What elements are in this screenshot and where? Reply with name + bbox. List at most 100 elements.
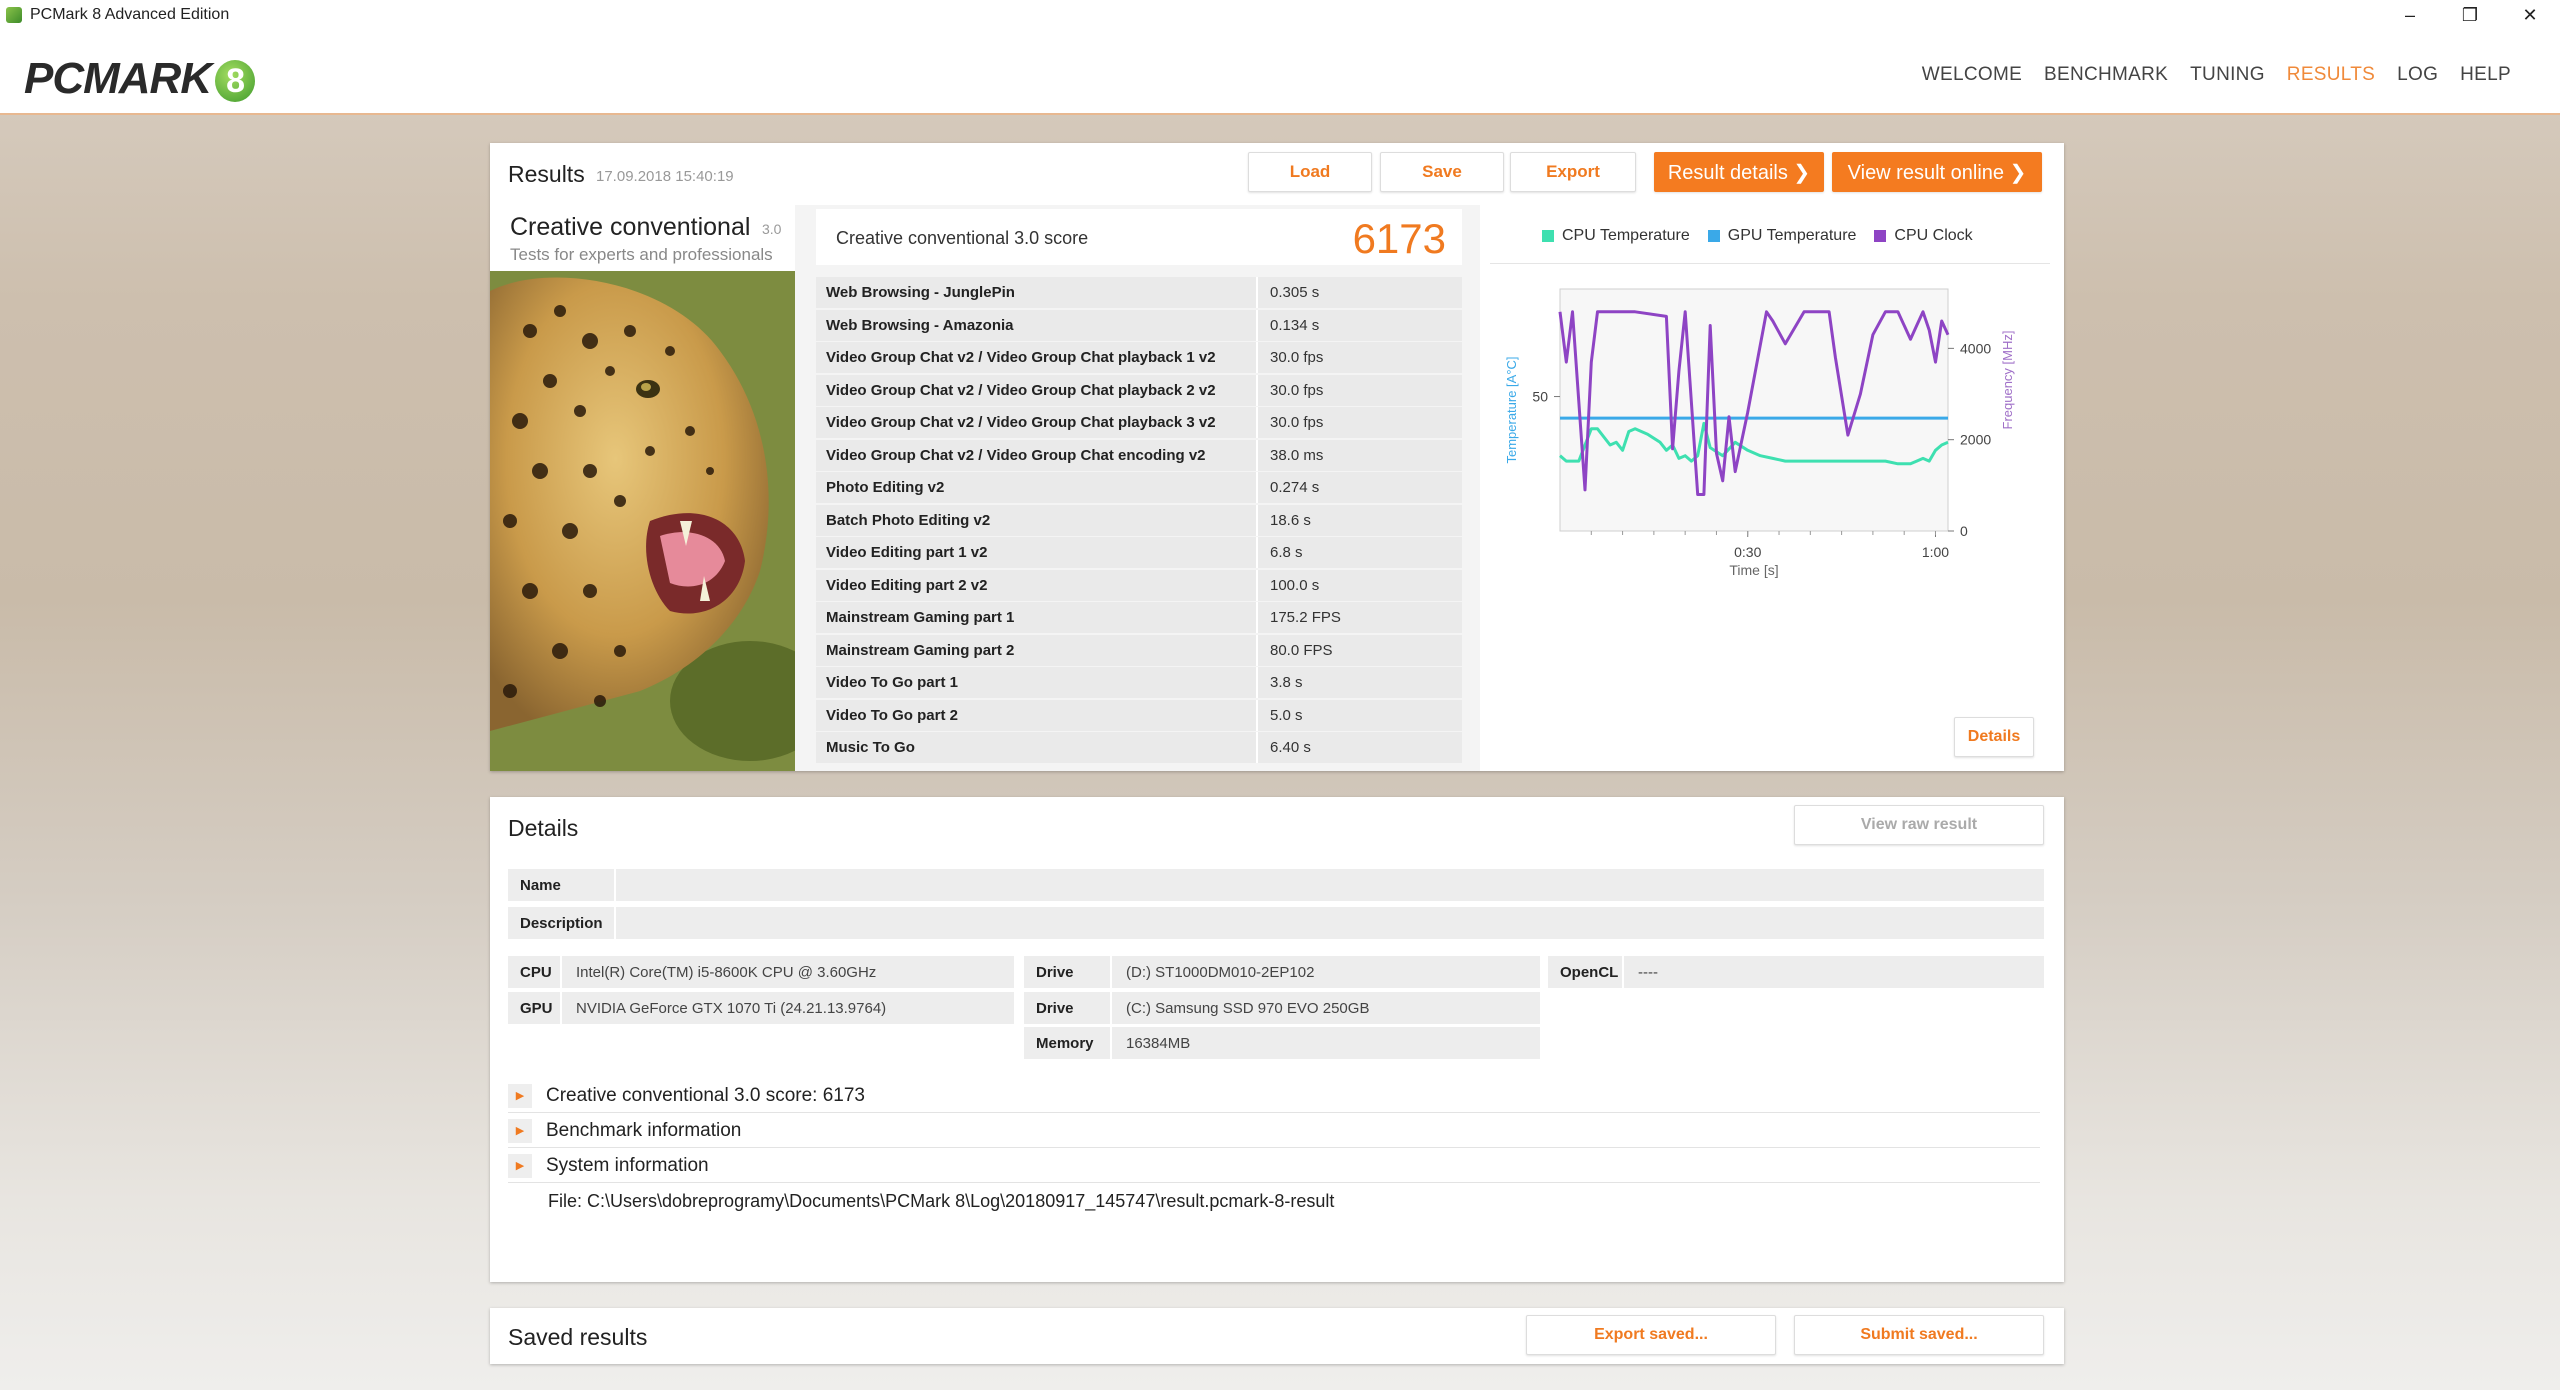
main-nav: WELCOME BENCHMARK TUNING RESULTS LOG HEL… bbox=[1911, 64, 2522, 86]
row-value: 38.0 ms bbox=[1270, 446, 1324, 464]
table-row: Mainstream Gaming part 2 80.0 FPS bbox=[816, 634, 1462, 666]
table-row: Video Group Chat v2 / Video Group Chat p… bbox=[816, 374, 1462, 406]
x-tick-label: 1:00 bbox=[1922, 544, 1949, 560]
name-label: Name bbox=[508, 869, 616, 901]
legend-item: CPU Temperature bbox=[1542, 227, 1690, 245]
expander-system-information[interactable]: ▶ System information bbox=[508, 1149, 2040, 1183]
leopard-image bbox=[490, 271, 795, 771]
row-name: Video Group Chat v2 / Video Group Chat p… bbox=[816, 374, 1258, 406]
save-button[interactable]: Save bbox=[1380, 152, 1504, 192]
logo-mark: 8 bbox=[215, 60, 256, 103]
row-value: 3.8 s bbox=[1270, 674, 1303, 691]
window-title-bar: PCMark 8 Advanced Edition – ❐ ✕ bbox=[0, 0, 2560, 30]
expander-label: Creative conventional 3.0 score: 6173 bbox=[546, 1084, 865, 1106]
maximize-button[interactable]: ❐ bbox=[2440, 0, 2500, 30]
row-value: 30.0 fps bbox=[1270, 381, 1324, 399]
table-row: Photo Editing v2 0.274 s bbox=[816, 472, 1462, 503]
view-raw-result-button[interactable]: View raw result bbox=[1794, 805, 2044, 845]
description-value[interactable] bbox=[616, 907, 630, 939]
drive-value: (C:) Samsung SSD 970 EVO 250GB bbox=[1126, 999, 1370, 1017]
row-name: Batch Photo Editing v2 bbox=[816, 504, 1258, 536]
view-result-online-button[interactable]: View result online ❯ bbox=[1832, 152, 2042, 192]
drive-value: (D:) ST1000DM010-2EP102 bbox=[1126, 963, 1315, 981]
legend-label: CPU Temperature bbox=[1562, 227, 1690, 244]
nav-help[interactable]: HELP bbox=[2449, 64, 2522, 86]
nav-welcome[interactable]: WELCOME bbox=[1911, 64, 2033, 86]
saved-results-panel: Saved results Export saved... Submit sav… bbox=[490, 1308, 2064, 1364]
expander-benchmark-information[interactable]: ▶ Benchmark information bbox=[508, 1114, 2040, 1148]
row-name: Video Group Chat v2 / Video Group Chat p… bbox=[816, 407, 1258, 438]
close-button[interactable]: ✕ bbox=[2500, 0, 2560, 30]
y-right-axis-label: Frequency [MHz] bbox=[2000, 331, 2015, 430]
gpu-label: GPU bbox=[508, 992, 562, 1024]
legend-label: CPU Clock bbox=[1894, 227, 1973, 244]
export-button[interactable]: Export bbox=[1510, 152, 1636, 192]
chart-details-button[interactable]: Details bbox=[1954, 717, 2034, 757]
test-name: Creative conventional bbox=[510, 213, 751, 241]
expander-label: Benchmark information bbox=[546, 1119, 742, 1141]
nav-log[interactable]: LOG bbox=[2386, 64, 2449, 86]
memory-value: 16384MB bbox=[1126, 1034, 1191, 1052]
expand-arrow-icon[interactable]: ▶ bbox=[508, 1083, 532, 1108]
memory-label: Memory bbox=[1024, 1027, 1112, 1059]
table-row: Batch Photo Editing v2 18.6 s bbox=[816, 504, 1462, 536]
expand-arrow-icon[interactable]: ▶ bbox=[508, 1153, 532, 1178]
result-table: Web Browsing - JunglePin 0.305 s Web Brow… bbox=[816, 277, 1462, 767]
table-row: Video Group Chat v2 / Video Group Chat p… bbox=[816, 342, 1462, 373]
cpu-row: CPU Intel(R) Core(TM) i5-8600K CPU @ 3.6… bbox=[508, 956, 1014, 988]
table-row: Video To Go part 1 3.8 s bbox=[816, 667, 1462, 698]
y-left-tick-label: 50 bbox=[1532, 389, 1548, 405]
row-name: Web Browsing - JunglePin bbox=[816, 277, 1258, 308]
y-right-tick-label: 2000 bbox=[1960, 432, 1991, 448]
row-name: Photo Editing v2 bbox=[816, 472, 1258, 503]
row-name: Video Editing part 2 v2 bbox=[816, 569, 1258, 601]
leopard-illustration bbox=[490, 271, 795, 771]
name-value[interactable] bbox=[616, 869, 630, 901]
result-details-button[interactable]: Result details ❯ bbox=[1654, 152, 1824, 192]
score-value: 6173 bbox=[1352, 215, 1446, 262]
test-subtitle: Tests for experts and professionals bbox=[510, 245, 773, 264]
y-right-tick-label: 4000 bbox=[1960, 340, 1991, 356]
cpu-value: Intel(R) Core(TM) i5-8600K CPU @ 3.60GHz bbox=[576, 963, 877, 981]
description-label: Description bbox=[508, 907, 616, 939]
cpu-label: CPU bbox=[508, 956, 562, 988]
row-name: Music To Go bbox=[816, 732, 1258, 763]
result-file-path: File: C:\Users\dobreprogramy\Documents\P… bbox=[548, 1191, 1335, 1211]
nav-results[interactable]: RESULTS bbox=[2276, 64, 2386, 86]
legend-item: CPU Clock bbox=[1874, 227, 1973, 245]
load-button[interactable]: Load bbox=[1248, 152, 1372, 192]
expand-arrow-icon[interactable]: ▶ bbox=[508, 1118, 532, 1143]
window-title: PCMark 8 Advanced Edition bbox=[30, 6, 230, 23]
row-name: Video To Go part 2 bbox=[816, 699, 1258, 731]
row-value: 5.0 s bbox=[1270, 706, 1303, 724]
x-tick-label: 0:30 bbox=[1734, 544, 1761, 560]
y-right-tick-label: 0 bbox=[1960, 523, 1968, 539]
row-value: 80.0 FPS bbox=[1270, 641, 1333, 659]
minimize-button[interactable]: – bbox=[2380, 0, 2440, 30]
details-title: Details bbox=[508, 815, 579, 841]
legend-label: GPU Temperature bbox=[1727, 227, 1857, 244]
table-row: Music To Go 6.40 s bbox=[816, 732, 1462, 763]
app-icon bbox=[6, 7, 22, 23]
export-saved-button[interactable]: Export saved... bbox=[1526, 1315, 1776, 1355]
nav-benchmark[interactable]: BENCHMARK bbox=[2033, 64, 2179, 86]
gpu-row: GPU NVIDIA GeForce GTX 1070 Ti (24.21.13… bbox=[508, 992, 1014, 1024]
monitoring-chart-card: CPU Temperature GPU Temperature CPU Cloc… bbox=[1480, 205, 2064, 771]
drive-label: Drive bbox=[1024, 956, 1112, 988]
row-value: 0.134 s bbox=[1270, 316, 1320, 334]
expander-label: System information bbox=[546, 1154, 709, 1176]
opencl-row: OpenCL ---- bbox=[1548, 956, 2044, 988]
name-row: Name bbox=[508, 869, 2044, 901]
monitoring-chart: 0:30 1:00 Time [s] 50 Temperature [A°C] 0 2000… bbox=[1504, 288, 2015, 578]
details-panel: Details View raw result Name Description… bbox=[490, 797, 2064, 1282]
expander-score[interactable]: ▶ Creative conventional 3.0 score: 6173 bbox=[508, 1079, 2040, 1113]
row-value: 6.8 s bbox=[1270, 544, 1303, 561]
table-row: Video To Go part 2 5.0 s bbox=[816, 699, 1462, 731]
plot-area bbox=[1559, 288, 1949, 532]
row-value: 100.0 s bbox=[1270, 576, 1320, 594]
submit-saved-button[interactable]: Submit saved... bbox=[1794, 1315, 2044, 1355]
nav-tuning[interactable]: TUNING bbox=[2179, 64, 2276, 86]
logo-text: PCMARK bbox=[24, 54, 212, 103]
table-row: Mainstream Gaming part 1 175.2 FPS bbox=[816, 602, 1462, 633]
row-value: 0.305 s bbox=[1270, 284, 1320, 301]
